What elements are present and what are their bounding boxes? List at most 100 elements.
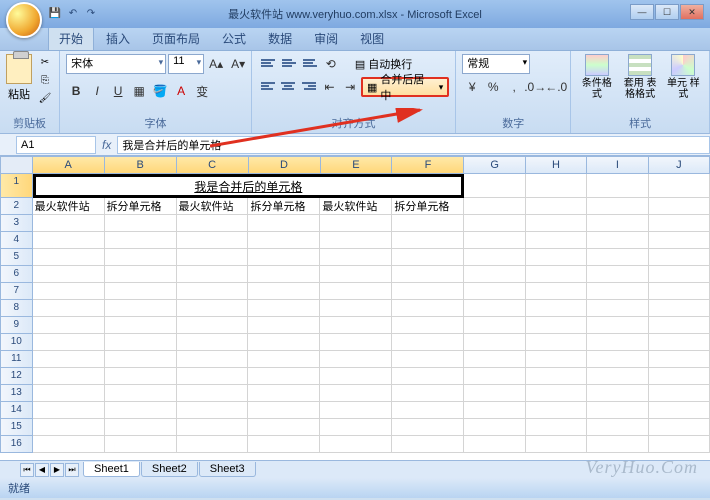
cell[interactable] (177, 283, 249, 300)
cell[interactable] (105, 266, 177, 283)
undo-icon[interactable]: ↶ (66, 6, 80, 20)
cell[interactable] (587, 351, 648, 368)
cell[interactable] (649, 266, 710, 283)
cell[interactable] (526, 300, 587, 317)
cell[interactable] (320, 351, 392, 368)
number-format-combo[interactable]: 常规 (462, 54, 530, 74)
cell[interactable] (587, 385, 648, 402)
prev-sheet-icon[interactable]: ◀ (35, 463, 49, 477)
percent-icon[interactable]: % (483, 77, 503, 97)
cell[interactable] (320, 215, 392, 232)
cell[interactable] (33, 402, 105, 419)
cell[interactable] (526, 402, 587, 419)
cell[interactable] (649, 283, 710, 300)
cell[interactable] (105, 215, 177, 232)
cell[interactable] (105, 232, 177, 249)
cell[interactable] (320, 436, 392, 453)
maximize-button[interactable]: ☐ (655, 4, 679, 20)
cell[interactable] (649, 232, 710, 249)
cell[interactable] (320, 300, 392, 317)
column-header[interactable]: H (526, 156, 587, 174)
row-header[interactable]: 15 (0, 419, 33, 436)
cell[interactable] (248, 317, 320, 334)
cell[interactable] (587, 402, 648, 419)
font-name-combo[interactable]: 宋体 (66, 54, 166, 74)
cell[interactable] (587, 266, 648, 283)
cell[interactable] (177, 215, 249, 232)
cell[interactable] (33, 385, 105, 402)
decrease-font-icon[interactable]: A▾ (228, 54, 248, 74)
cell[interactable] (526, 215, 587, 232)
bold-button[interactable]: B (66, 81, 86, 101)
cell[interactable] (105, 283, 177, 300)
cell[interactable] (649, 317, 710, 334)
align-middle-icon[interactable] (279, 54, 299, 74)
cell[interactable] (33, 351, 105, 368)
decrease-indent-icon[interactable]: ⇤ (320, 77, 340, 97)
cell[interactable] (464, 232, 525, 249)
cell[interactable] (649, 334, 710, 351)
cell[interactable] (392, 334, 464, 351)
table-format-button[interactable]: 套用 表格格式 (621, 54, 660, 100)
column-header[interactable]: F (392, 156, 464, 174)
cell[interactable] (464, 368, 525, 385)
cell[interactable] (248, 351, 320, 368)
cell[interactable] (105, 249, 177, 266)
cell[interactable]: 拆分单元格 (105, 198, 177, 215)
cell[interactable] (320, 283, 392, 300)
cut-icon[interactable]: ✂ (36, 54, 54, 70)
cell[interactable] (587, 283, 648, 300)
cell[interactable] (464, 317, 525, 334)
column-header[interactable]: G (464, 156, 525, 174)
underline-button[interactable]: U (108, 81, 128, 101)
cell[interactable] (392, 385, 464, 402)
cell[interactable] (177, 249, 249, 266)
cell[interactable] (392, 283, 464, 300)
office-button[interactable] (6, 2, 42, 38)
cell[interactable] (105, 402, 177, 419)
save-icon[interactable]: 💾 (48, 6, 62, 20)
column-header[interactable]: D (249, 156, 321, 174)
sheet-tab[interactable]: Sheet1 (83, 462, 140, 477)
cell[interactable] (320, 334, 392, 351)
cell[interactable] (392, 266, 464, 283)
row-header[interactable]: 6 (0, 266, 33, 283)
cell[interactable] (649, 368, 710, 385)
cell[interactable] (248, 436, 320, 453)
align-bottom-icon[interactable] (300, 54, 320, 74)
cell[interactable] (526, 198, 587, 215)
cell[interactable] (320, 385, 392, 402)
cell[interactable] (526, 334, 587, 351)
cell[interactable] (320, 266, 392, 283)
cell[interactable] (526, 385, 587, 402)
increase-decimal-icon[interactable]: .0→ (525, 77, 545, 97)
row-header[interactable]: 16 (0, 436, 33, 453)
ribbon-tab-数据[interactable]: 数据 (258, 27, 302, 50)
cell[interactable] (177, 402, 249, 419)
cell[interactable] (392, 419, 464, 436)
cell[interactable] (464, 174, 526, 198)
cell[interactable] (177, 436, 249, 453)
cell[interactable]: 拆分单元格 (248, 198, 320, 215)
copy-icon[interactable]: ⎘ (36, 72, 54, 88)
cell[interactable] (649, 419, 710, 436)
cell[interactable] (587, 317, 648, 334)
align-left-icon[interactable] (258, 77, 278, 97)
cell[interactable] (649, 215, 710, 232)
phonetic-button[interactable]: 变 (192, 81, 212, 101)
first-sheet-icon[interactable]: ⏮ (20, 463, 34, 477)
row-header[interactable]: 10 (0, 334, 33, 351)
next-sheet-icon[interactable]: ▶ (50, 463, 64, 477)
row-header[interactable]: 2 (0, 198, 33, 215)
cell[interactable] (177, 334, 249, 351)
align-top-icon[interactable] (258, 54, 278, 74)
cell[interactable] (587, 174, 649, 198)
cell[interactable] (33, 419, 105, 436)
cell[interactable] (248, 368, 320, 385)
cell[interactable] (320, 419, 392, 436)
cell[interactable] (587, 419, 648, 436)
cell[interactable] (33, 215, 105, 232)
cell[interactable] (526, 249, 587, 266)
cell[interactable] (248, 266, 320, 283)
close-button[interactable]: ✕ (680, 4, 704, 20)
